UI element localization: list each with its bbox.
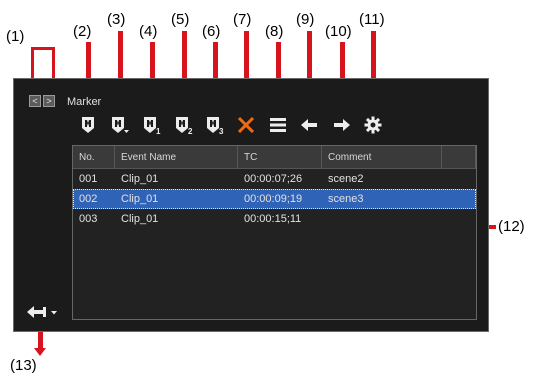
marker-dropdown-button[interactable] (109, 115, 131, 135)
marker-1-sub-label: 1 (156, 127, 161, 134)
callout-8: (8) (265, 23, 284, 40)
callout-13: (13) (10, 357, 37, 374)
delete-marker-button[interactable] (235, 115, 257, 135)
callout-7: (7) (233, 11, 252, 28)
cell-tc: 00:00:07;26 (244, 173, 303, 185)
import-export-button[interactable] (26, 305, 58, 319)
panel-title: Marker (67, 96, 102, 108)
right-arrow-icon (334, 119, 350, 131)
marker-panel: < > Marker 1 2 3 No. Event Name TC Comme… (13, 78, 489, 332)
marker-2-sub-label: 2 (188, 127, 193, 134)
cell-tc: 00:00:15;11 (244, 213, 302, 225)
callout-11: (11) (359, 11, 385, 28)
cell-no: 003 (79, 213, 98, 225)
callout-1: (1) (6, 28, 25, 45)
column-header-extra (442, 146, 476, 168)
set-marker-button[interactable] (77, 115, 99, 135)
table-row[interactable]: 001 Clip_01 00:00:07;26 scene2 (73, 169, 476, 189)
table-row[interactable]: 002 Clip_01 00:00:09;19 scene3 (73, 189, 476, 209)
marker-icon (82, 117, 94, 133)
callout-4: (4) (139, 23, 158, 40)
callout-6: (6) (202, 23, 221, 40)
marker-list[interactable]: No. Event Name TC Comment 001 Clip_01 00… (72, 145, 477, 320)
callout-2: (2) (73, 23, 92, 40)
callout-3: (3) (107, 11, 126, 28)
next-marker-button[interactable] (331, 115, 353, 135)
marker-2-icon: 2 (176, 117, 193, 134)
marker-dropdown-icon (112, 117, 129, 133)
marker-3-sub-label: 3 (219, 127, 224, 134)
cell-comment[interactable]: scene3 (322, 189, 442, 209)
column-header-no[interactable]: No. (73, 146, 115, 168)
callout-5: (5) (171, 11, 190, 28)
marker-3-button[interactable]: 3 (204, 115, 226, 135)
cell-no: 001 (79, 173, 98, 185)
previous-marker-button[interactable] (298, 115, 320, 135)
marker-1-icon: 1 (144, 117, 161, 134)
callout-12: (12) (498, 218, 525, 235)
cell-no: 002 (79, 193, 98, 205)
list-icon (270, 118, 286, 132)
cell-comment[interactable] (322, 209, 442, 229)
next-panel-button[interactable]: > (43, 95, 55, 107)
cell-comment[interactable]: scene2 (322, 169, 442, 189)
callout-9: (9) (296, 11, 315, 28)
import-export-icon (27, 306, 57, 318)
list-button[interactable] (267, 115, 289, 135)
left-arrow-icon (301, 119, 317, 131)
table-header: No. Event Name TC Comment (73, 146, 476, 169)
column-header-tc[interactable]: TC (238, 146, 322, 168)
cell-event-name: Clip_01 (121, 193, 159, 205)
column-header-comment[interactable]: Comment (322, 146, 442, 168)
cell-event-name: Clip_01 (121, 173, 159, 185)
settings-icon (364, 116, 382, 134)
prev-panel-button[interactable]: < (29, 95, 41, 107)
table-row[interactable]: 003 Clip_01 00:00:15;11 (73, 209, 476, 229)
settings-button[interactable] (362, 115, 384, 135)
marker-1-button[interactable]: 1 (141, 115, 163, 135)
delete-icon (237, 116, 255, 134)
cell-tc: 00:00:09;19 (244, 193, 303, 205)
marker-3-icon: 3 (207, 117, 224, 134)
cell-event-name: Clip_01 (121, 213, 159, 225)
marker-2-button[interactable]: 2 (173, 115, 195, 135)
column-header-event-name[interactable]: Event Name (115, 146, 238, 168)
callout-10: (10) (325, 23, 352, 40)
